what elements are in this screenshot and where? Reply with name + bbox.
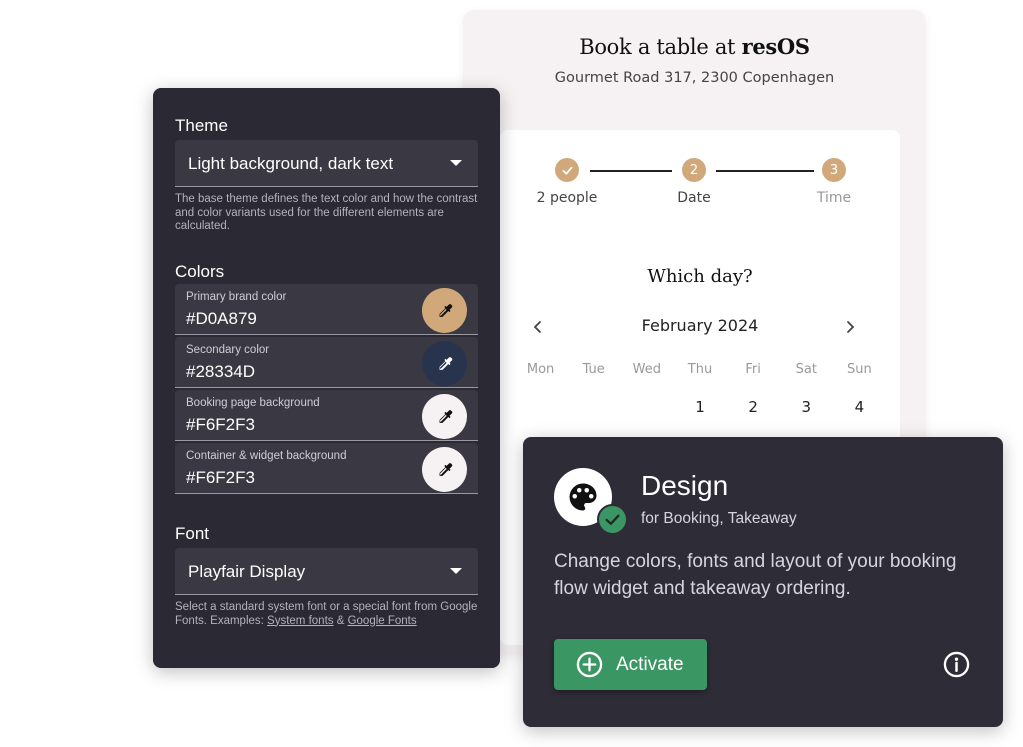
container-background-field[interactable]: Container & widget background #F6F2F3	[175, 443, 478, 494]
link-separator: &	[333, 614, 348, 627]
design-description: Change colors, fonts and layout of your …	[554, 551, 957, 599]
theme-title: Theme	[175, 116, 228, 135]
checkmark-badge-icon	[597, 504, 628, 535]
weekday-header: Mon Tue Wed Thu Fri Sat Sun	[514, 362, 886, 377]
calendar-day-empty	[514, 398, 567, 416]
step-number: 2	[682, 158, 706, 182]
field-label: Container & widget background	[186, 450, 347, 462]
calendar-day-empty	[620, 398, 673, 416]
weekday-label: Tue	[582, 362, 605, 377]
calendar-day-empty	[567, 398, 620, 416]
booking-background-field[interactable]: Booking page background #F6F2F3	[175, 390, 478, 441]
calendar-day[interactable]: 1	[673, 398, 726, 416]
design-subtitle: for Booking, Takeaway	[641, 510, 797, 527]
colors-title: Colors	[175, 262, 225, 281]
weekday-label: Wed	[632, 362, 662, 377]
field-label: Booking page background	[186, 397, 320, 409]
theme-select-value: Light background, dark text	[188, 154, 394, 173]
calendar-week: 1 2 3 4	[514, 398, 886, 416]
restaurant-address: Gourmet Road 317, 2300 Copenhagen	[554, 70, 835, 86]
field-label: Primary brand color	[186, 291, 287, 303]
step-label: Time	[816, 190, 852, 206]
font-select[interactable]: Playfair Display	[175, 548, 478, 595]
theme-settings-panel: Theme Light background, dark text The ba…	[153, 88, 500, 668]
theme-select[interactable]: Light background, dark text	[175, 140, 478, 187]
step-number: 3	[822, 158, 846, 182]
eyedropper-icon[interactable]	[422, 447, 467, 492]
month-navigation: February 2024	[500, 316, 900, 340]
calendar-day[interactable]: 3	[780, 398, 833, 416]
field-value: #F6F2F3	[186, 415, 255, 434]
design-title: Design	[641, 470, 729, 501]
secondary-color-field[interactable]: Secondary color #28334D	[175, 337, 478, 388]
weekday-label: Thu	[687, 362, 713, 377]
font-title: Font	[175, 524, 210, 543]
step-label: Date	[677, 190, 711, 206]
booking-title: Book a table at resOS	[463, 34, 926, 59]
step-people[interactable]: 2 people	[522, 158, 612, 206]
info-icon[interactable]	[942, 650, 970, 678]
chevron-right-icon[interactable]	[840, 316, 860, 338]
eyedropper-icon[interactable]	[422, 341, 467, 386]
field-value: #28334D	[186, 362, 256, 381]
activate-button[interactable]: Activate	[554, 639, 707, 690]
weekday-label: Sat	[795, 362, 817, 377]
theme-helper-text: The base theme defines the text color an…	[175, 193, 478, 232]
design-feature-card: Design for Booking, Takeaway Change colo…	[523, 437, 1003, 727]
caret-down-icon	[450, 568, 462, 574]
booking-title-brand: resOS	[741, 34, 811, 59]
weekday-label: Mon	[526, 362, 555, 377]
font-helper-text: Select a standard system font or a speci…	[175, 601, 478, 628]
weekday-label: Sun	[847, 362, 872, 377]
system-fonts-link[interactable]: System fonts	[267, 615, 333, 627]
google-fonts-link[interactable]: Google Fonts	[348, 615, 417, 627]
step-time[interactable]: 3 Time	[789, 158, 879, 206]
weekday-label: Fri	[745, 362, 761, 377]
step-label: 2 people	[536, 190, 598, 206]
caret-down-icon	[450, 160, 462, 166]
question-heading: Which day?	[647, 266, 753, 287]
field-value: #F6F2F3	[186, 468, 255, 487]
eyedropper-icon[interactable]	[422, 394, 467, 439]
plus-circle-icon	[576, 651, 603, 678]
font-select-value: Playfair Display	[188, 562, 306, 581]
check-icon	[555, 158, 579, 182]
activate-label: Activate	[616, 653, 684, 675]
calendar-day[interactable]: 2	[727, 398, 780, 416]
booking-title-prefix: Book a table at	[579, 35, 742, 59]
calendar-day[interactable]: 4	[833, 398, 886, 416]
eyedropper-icon[interactable]	[422, 288, 467, 333]
field-label: Secondary color	[186, 344, 270, 356]
field-value: #D0A879	[186, 309, 257, 328]
step-date[interactable]: 2 Date	[649, 158, 739, 206]
primary-color-field[interactable]: Primary brand color #D0A879	[175, 284, 478, 335]
